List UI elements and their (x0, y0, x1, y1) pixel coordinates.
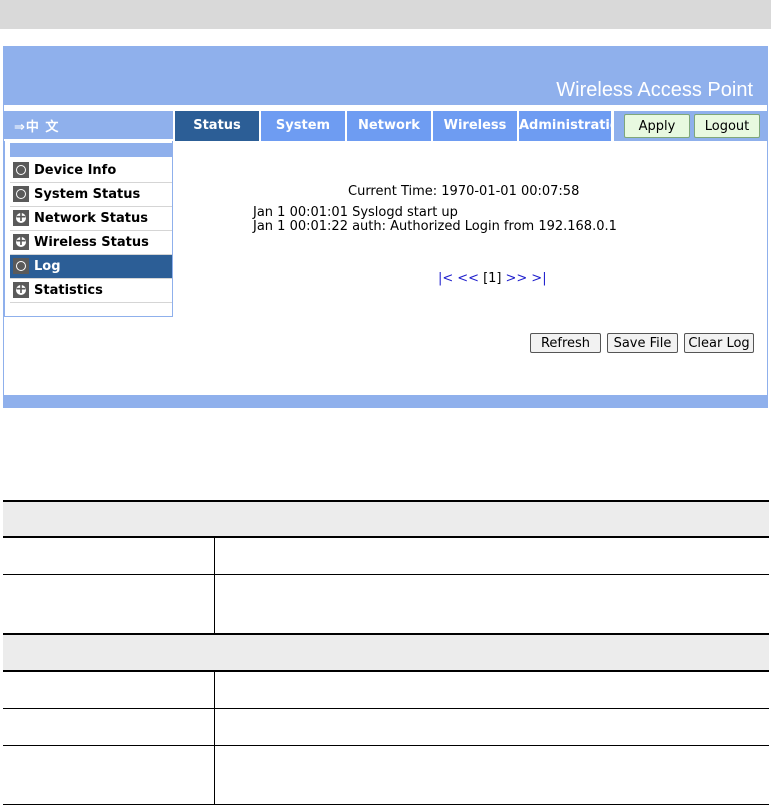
pagination: |< << [1] >> >| (438, 271, 551, 286)
refresh-button[interactable]: Refresh (530, 333, 601, 353)
table-row (3, 573, 769, 635)
language-switch-link[interactable]: ⇒中 文 (14, 116, 59, 135)
tab-administration[interactable]: Administration (519, 111, 628, 141)
clear-log-button[interactable]: Clear Log (684, 333, 754, 353)
description-table (3, 500, 769, 805)
circle-icon (13, 258, 29, 274)
sidebar-item-system-status[interactable]: System Status (10, 183, 172, 207)
banner-title: Wireless Access Point (556, 79, 753, 101)
sidebar-header (10, 143, 172, 157)
main-tabs: Status System Network Wireless Administr… (175, 111, 628, 141)
plus-icon (13, 206, 29, 229)
last-page-link[interactable]: >| (531, 271, 546, 286)
apply-button[interactable]: Apply (624, 114, 690, 138)
sidebar-item-label: Statistics (34, 283, 103, 298)
tab-wireless[interactable]: Wireless (433, 111, 519, 141)
sidebar-item-network-status[interactable]: Network Status (10, 206, 172, 231)
prev-page-link[interactable]: << (457, 271, 479, 286)
log-entry: Jan 1 00:01:22 auth: Authorized Login fr… (253, 219, 617, 234)
log-entry: Jan 1 00:01:01 Syslogd start up (253, 205, 458, 220)
tab-network[interactable]: Network (347, 111, 433, 141)
next-page-link[interactable]: >> (506, 271, 528, 286)
save-file-button[interactable]: Save File (607, 333, 678, 353)
sidebar-menu: Device Info System Status Network Status… (10, 159, 172, 303)
log-panel: Current Time: 1970-01-01 00:07:58 Jan 1 … (176, 141, 766, 391)
sidebar-item-device-info[interactable]: Device Info (10, 159, 172, 183)
table-row (3, 536, 769, 575)
footer-bar (4, 395, 767, 407)
table-section-header (3, 633, 769, 672)
current-page: [1] (483, 271, 502, 286)
sidebar-item-statistics[interactable]: Statistics (10, 278, 172, 303)
first-page-link[interactable]: |< (438, 271, 453, 286)
sidebar-item-log[interactable]: Log (10, 255, 172, 279)
sidebar-item-label: Network Status (34, 211, 148, 226)
circle-icon (13, 162, 29, 178)
table-row (3, 707, 769, 746)
document-top-bar (0, 0, 771, 29)
circle-icon (13, 186, 29, 202)
language-bar: ⇒中 文 (4, 111, 173, 139)
sidebar: Device Info System Status Network Status… (4, 141, 173, 317)
plus-icon (13, 230, 29, 253)
sidebar-item-label: Log (34, 259, 61, 274)
sidebar-item-label: Device Info (34, 163, 117, 178)
tab-status[interactable]: Status (175, 111, 261, 141)
tab-system[interactable]: System (261, 111, 347, 141)
plus-icon (13, 278, 29, 301)
router-admin-window: Wireless Access Point ⇒中 文 Status System… (3, 46, 768, 408)
action-bar: Apply Logout (614, 111, 767, 141)
banner: Wireless Access Point (4, 47, 767, 105)
logout-button[interactable]: Logout (694, 114, 760, 138)
current-time: Current Time: 1970-01-01 00:07:58 (348, 184, 580, 199)
table-row (3, 744, 769, 805)
sidebar-item-label: System Status (34, 187, 141, 202)
table-row (3, 670, 769, 709)
sidebar-item-label: Wireless Status (34, 235, 149, 250)
table-section-header (3, 500, 769, 538)
sidebar-item-wireless-status[interactable]: Wireless Status (10, 230, 172, 255)
